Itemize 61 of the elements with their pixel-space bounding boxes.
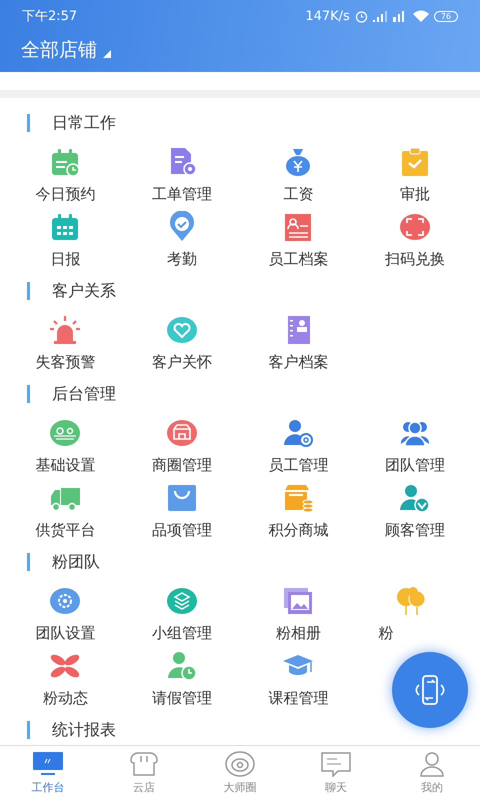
nav-tab[interactable]: 工作台	[0, 746, 96, 800]
calendar-clock-icon	[49, 146, 82, 178]
menu-item[interactable]: 工资	[282, 138, 314, 203]
scan-icon	[398, 211, 431, 243]
menu-item[interactable]: 日报	[49, 203, 82, 268]
menu-item[interactable]: 供货平台	[35, 474, 96, 539]
alarm-icon	[354, 10, 368, 22]
alarm-light-icon	[49, 314, 82, 346]
section-title: 后台管理	[27, 385, 116, 403]
gear-icon	[49, 585, 82, 617]
menu-item[interactable]: 扫码兑换	[384, 203, 445, 268]
signal-icon	[372, 10, 388, 22]
menu-item[interactable]: 小组管理	[152, 577, 212, 642]
store-coins-icon	[282, 482, 314, 514]
menu-item[interactable]: 审批	[398, 138, 431, 203]
menu-item[interactable]: 失客预警	[35, 306, 96, 371]
rotate-button[interactable]	[392, 652, 468, 728]
menu-item[interactable]: 团队管理	[384, 409, 445, 474]
person-gear-icon	[282, 417, 314, 449]
menu-item[interactable]: 品项管理	[152, 474, 212, 539]
section-title: 客户关系	[27, 282, 116, 300]
person-clock-icon	[166, 650, 198, 682]
layers-icon	[166, 585, 198, 617]
store-icon	[128, 751, 160, 777]
menu-item[interactable]: 考勤	[166, 203, 198, 268]
rotate-phone-icon	[413, 673, 447, 707]
menu-item[interactable]: 粉动态	[42, 642, 88, 707]
menu-item[interactable]: 商圈管理	[152, 409, 212, 474]
nav-tab[interactable]: 大师圈	[192, 746, 288, 800]
monitor-icon	[32, 751, 64, 777]
menu-item[interactable]: 员工档案	[268, 203, 328, 268]
menu-item[interactable]: 今日预约	[35, 138, 96, 203]
battery-indicator: 76	[434, 10, 458, 22]
status-time: 下午2:57	[22, 8, 78, 25]
nav-tab[interactable]: 云店	[96, 746, 192, 800]
network-speed: 147K/s	[305, 8, 350, 24]
nav-tab[interactable]: 我的	[384, 746, 480, 800]
wifi-icon	[412, 10, 429, 22]
store-icon	[166, 417, 198, 449]
menu-item[interactable]: 基础设置	[35, 409, 96, 474]
menu-item[interactable]: 粉	[378, 577, 426, 642]
chat-icon	[320, 751, 352, 777]
menu-item[interactable]: 积分商城	[268, 474, 328, 539]
menu-item[interactable]: 团队设置	[35, 577, 96, 642]
menu-item[interactable]: 客户档案	[268, 306, 328, 371]
menu-item[interactable]: 顾客管理	[384, 474, 445, 539]
menu-item[interactable]: 客户关怀	[152, 306, 212, 371]
photo-album-icon	[282, 585, 314, 617]
shopping-bag-icon	[166, 482, 198, 514]
menu-item[interactable]: 请假管理	[152, 642, 212, 707]
section-title: 日常工作	[27, 114, 116, 132]
menu-item[interactable]: 工单管理	[152, 138, 212, 203]
store-selector[interactable]: 全部店铺	[21, 37, 97, 63]
caret-icon[interactable]	[103, 50, 111, 58]
menu-item[interactable]: 课程管理	[268, 642, 328, 707]
section-title: 统计报表	[27, 721, 116, 739]
section-title: 粉团队	[27, 553, 100, 571]
menu-item[interactable]: 粉相册	[276, 577, 321, 642]
person-check-icon	[398, 482, 431, 514]
nav-tab[interactable]: 聊天	[288, 746, 384, 800]
menu-item[interactable]: 员工管理	[268, 409, 328, 474]
